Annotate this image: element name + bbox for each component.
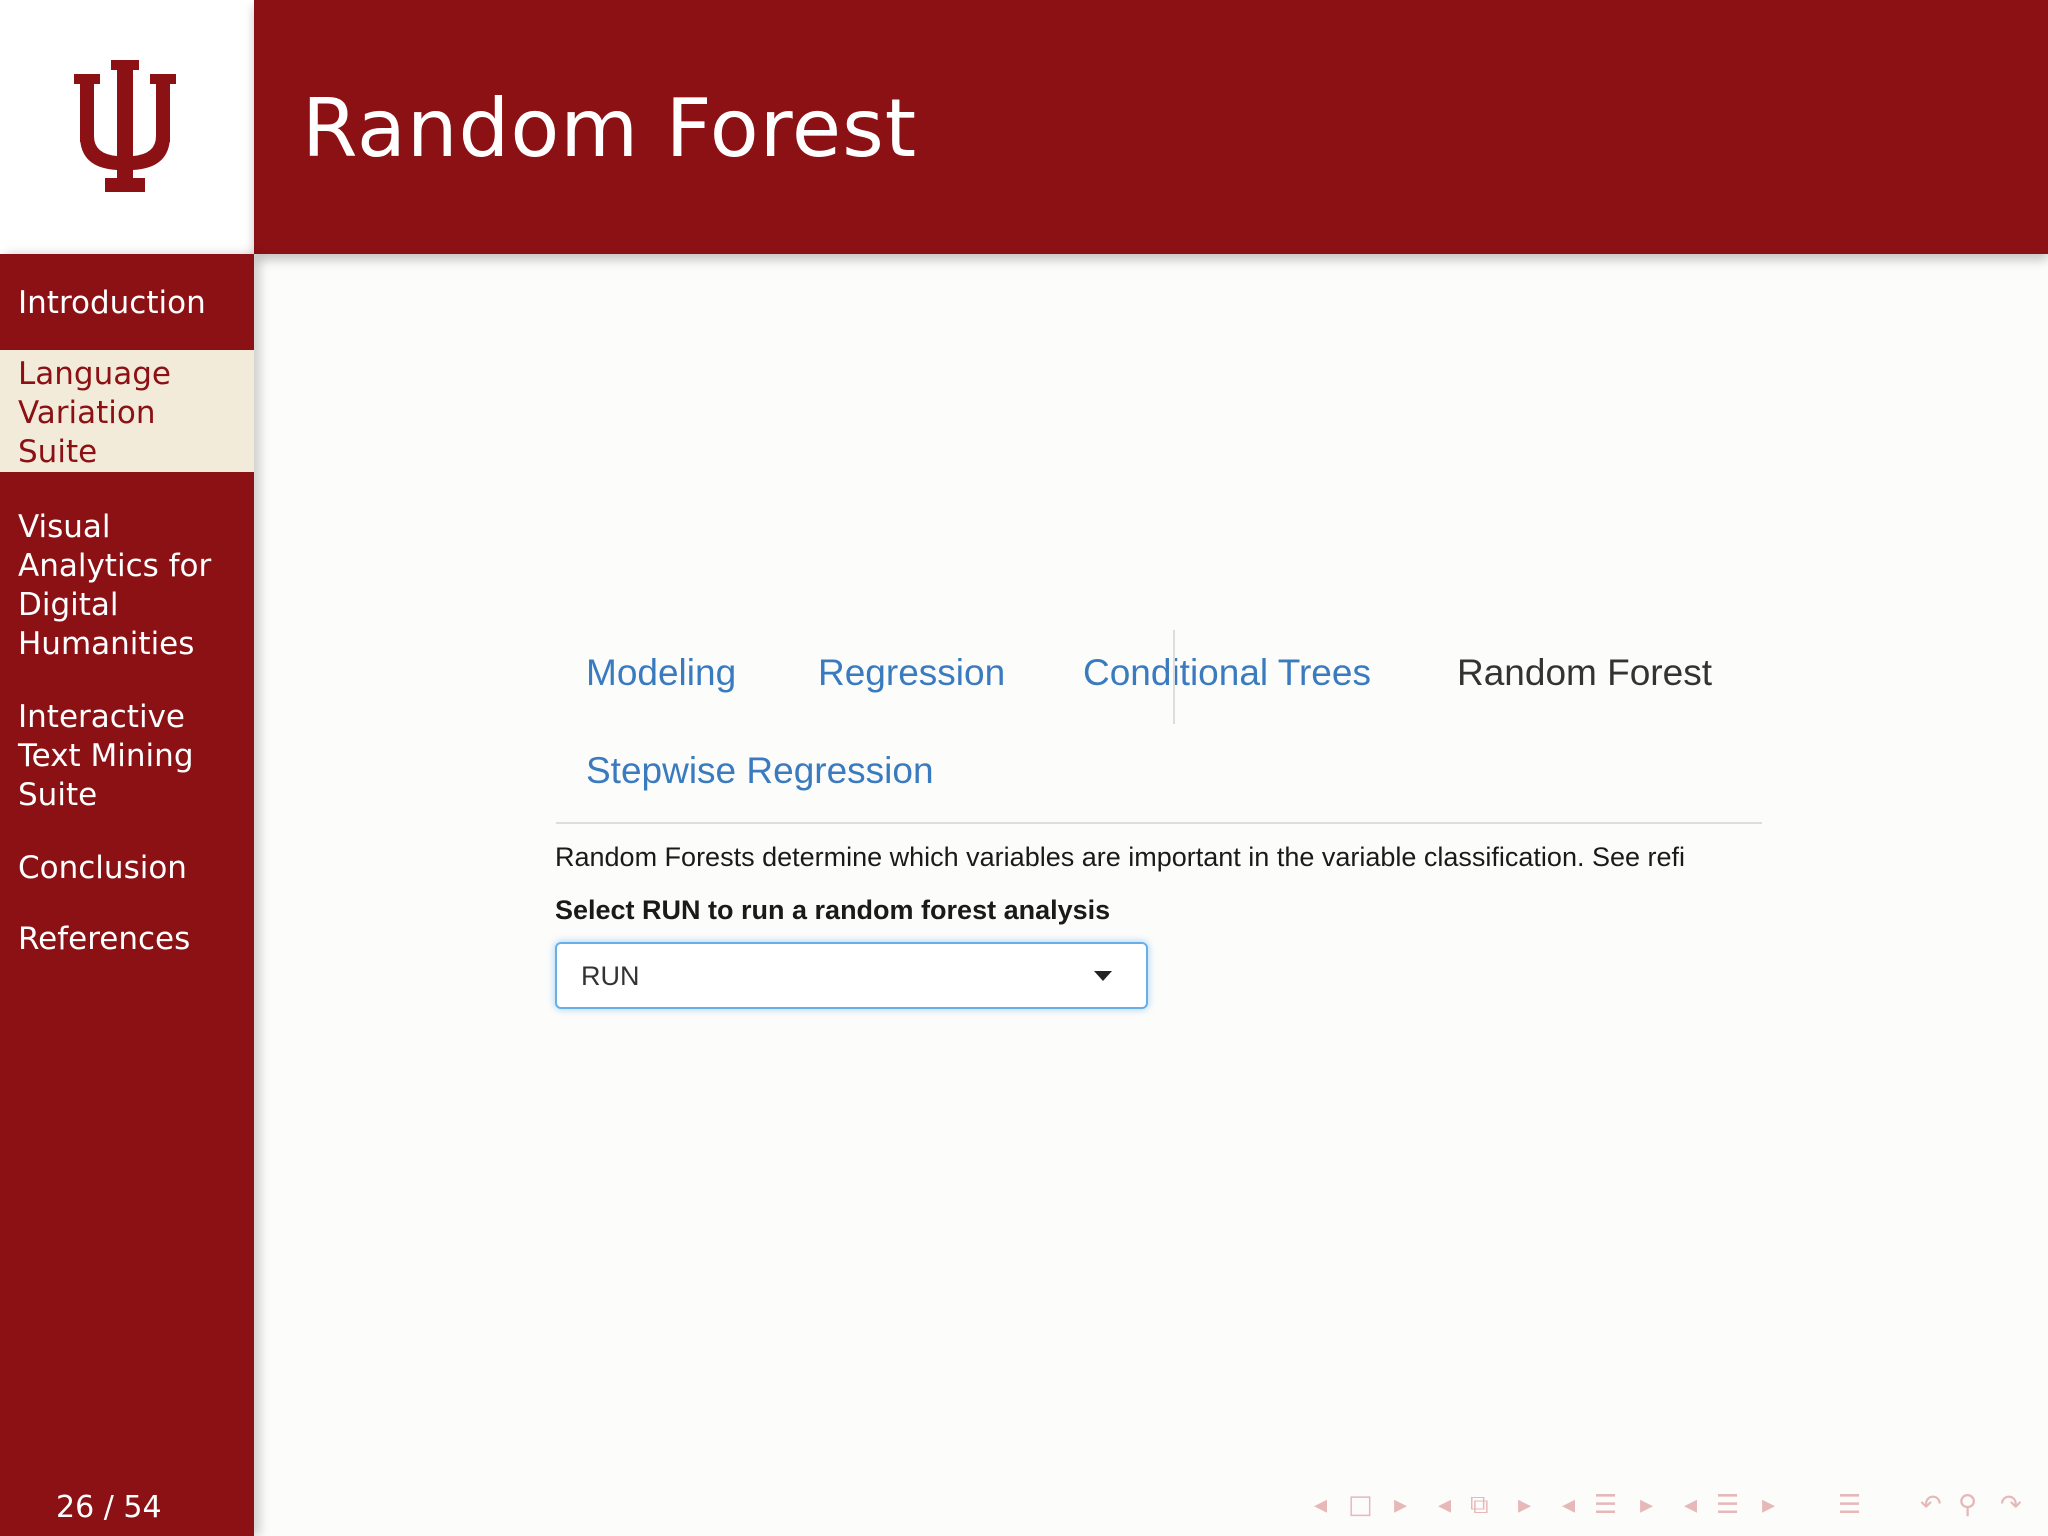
sidebar-item-label: Visual Analytics for Digital Humanities [18,509,212,662]
subsection-icon[interactable]: ⧉ [1470,1487,1489,1523]
chevron-down-icon [1094,971,1112,981]
select-value: RUN [581,961,640,991]
arrow-right-icon[interactable]: ▸ [1762,1487,1775,1523]
arrow-right-icon[interactable]: ▸ [1640,1487,1653,1523]
tab-divider [1173,630,1175,724]
arrow-left-icon[interactable]: ◂ [1438,1487,1451,1523]
sidebar-item-label: Language Variation Suite [18,356,171,470]
sidebar-item-references[interactable]: References [0,920,254,959]
page-counter: 26 / 54 [56,1490,162,1525]
sidebar-item-language-variation-suite[interactable]: Language Variation Suite [0,350,254,472]
toc-icon[interactable]: ☰ [1838,1487,1861,1523]
arrow-right-icon[interactable]: ▸ [1394,1487,1407,1523]
sidebar-item-visual-analytics[interactable]: Visual Analytics for Digital Humanities [0,508,254,664]
select-label: Select RUN to run a random forest analys… [555,895,1111,925]
sidebar-item-label: Interactive Text Mining Suite [18,699,194,813]
logo-box [0,0,254,254]
arrow-left-icon[interactable]: ◂ [1684,1487,1697,1523]
search-icon[interactable]: ⚲ [1958,1487,1977,1523]
iu-trident-logo [74,60,176,192]
redo-icon[interactable]: ↷ [2000,1487,2022,1523]
arrow-right-icon[interactable]: ▸ [1518,1487,1531,1523]
sidebar-item-conclusion[interactable]: Conclusion [0,849,254,888]
sidebar-item-introduction[interactable]: Introduction [0,284,254,327]
undo-icon[interactable]: ↶ [1920,1487,1942,1523]
arrow-left-icon[interactable]: ◂ [1562,1487,1575,1523]
slide: Random Forest Introduction Language Vari… [0,0,2048,1536]
tab-stepwise-regression[interactable]: Stepwise Regression [586,750,934,792]
tab-modeling[interactable]: Modeling [586,652,736,694]
toc-icon[interactable]: ☰ [1716,1487,1739,1523]
tab-random-forest[interactable]: Random Forest [1457,652,1712,694]
sidebar-nav: Introduction Language Variation Suite Vi… [0,254,254,1536]
tab-conditional-trees[interactable]: Conditional Trees [1083,652,1371,694]
frame-icon[interactable]: □ [1348,1487,1373,1523]
sidebar-item-interactive-text-mining[interactable]: Interactive Text Mining Suite [0,698,254,815]
panel-description: Random Forests determine which variables… [555,842,1686,872]
slide-title: Random Forest [302,82,918,175]
beamer-navigation: ◂ □ ▸ ◂ ⧉ ▸ ◂ ☰ ▸ ◂ ☰ ▸ ☰ ↶ ⚲ ↷ [1310,1487,2030,1523]
slide-header: Random Forest [254,0,2048,254]
run-select[interactable]: RUN [555,942,1148,1009]
tab-baseline [556,822,1762,824]
tab-regression[interactable]: Regression [818,652,1005,694]
section-icon[interactable]: ☰ [1594,1487,1617,1523]
arrow-left-icon[interactable]: ◂ [1314,1487,1327,1523]
